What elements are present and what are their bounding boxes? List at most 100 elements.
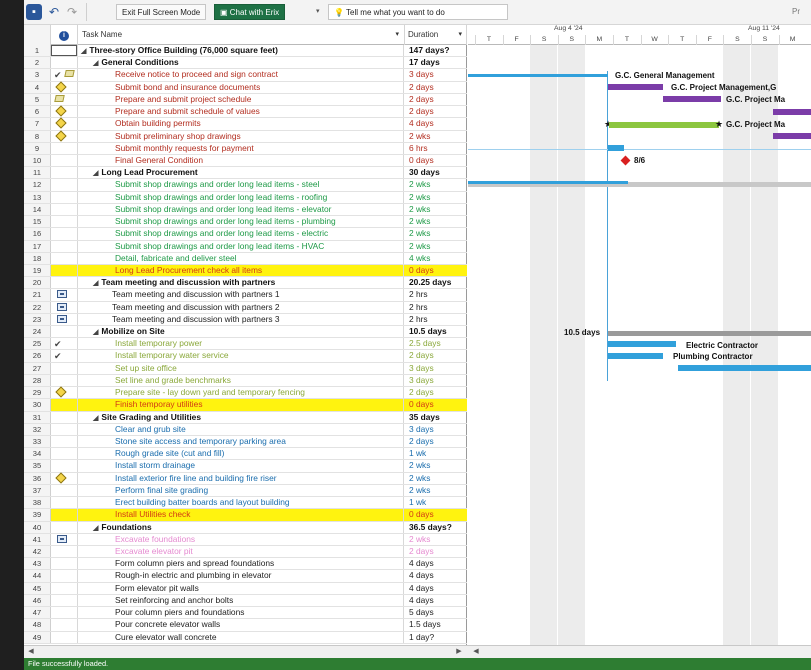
duration-cell[interactable]: 1 wk	[405, 497, 467, 508]
collapse-triangle-icon[interactable]: ◢	[93, 415, 98, 422]
row-number[interactable]: 36	[24, 472, 51, 484]
indicators-column-header[interactable]: i	[51, 25, 78, 45]
collapse-triangle-icon[interactable]: ◢	[81, 48, 86, 55]
task-row[interactable]: 15 Submit shop drawings and order long le…	[24, 216, 467, 229]
milestone-diamond[interactable]	[620, 155, 631, 166]
duration-cell[interactable]: 2 days	[405, 436, 467, 447]
task-row[interactable]: 43 Form column piers and spread foundatio…	[24, 558, 467, 571]
task-row[interactable]: 45 Form elevator pit walls 4 days	[24, 582, 467, 595]
task-row[interactable]: 27 Set up site office 3 days	[24, 362, 467, 375]
task-name-cell[interactable]: Obtain building permits	[79, 118, 404, 130]
scroll-right-icon[interactable]: ▶	[454, 647, 464, 657]
summary-progress-bar[interactable]	[468, 181, 628, 184]
row-number[interactable]: 32	[24, 423, 51, 435]
row-number[interactable]: 27	[24, 362, 51, 374]
duration-cell[interactable]: 4 wks	[405, 253, 467, 264]
row-number[interactable]: 14	[24, 203, 51, 216]
duration-cell[interactable]: 1 day?	[405, 632, 467, 643]
task-name-cell[interactable]: Set up site office	[79, 362, 404, 374]
task-name-cell[interactable]: Form elevator pit walls	[79, 582, 404, 594]
task-row[interactable]: 22 Team meeting and discussion with partn…	[24, 301, 467, 314]
save-icon[interactable]: ▪	[26, 4, 42, 20]
warning-diamond-icon[interactable]	[55, 386, 67, 398]
row-number[interactable]: 28	[24, 374, 51, 387]
row-number[interactable]: 37	[24, 484, 51, 497]
row-number[interactable]: 31	[24, 411, 51, 423]
customize-toolbar-icon[interactable]: ▾	[316, 4, 320, 20]
task-row[interactable]: 3 ✔ Receive notice to proceed and sign con…	[24, 69, 467, 82]
select-all-corner[interactable]	[24, 25, 51, 45]
warning-diamond-icon[interactable]	[55, 117, 67, 129]
duration-cell[interactable]: 2 wks	[405, 241, 467, 252]
task-name-cell[interactable]: ◢ Team meeting and discussion with partne…	[79, 277, 404, 289]
duration-cell[interactable]: 0 days	[405, 155, 467, 166]
task-row[interactable]: 33 Stone site access and temporary parkin…	[24, 436, 467, 449]
task-name-cell[interactable]: Install exterior fire line and building …	[79, 472, 404, 484]
duration-cell[interactable]: 2 days	[405, 106, 467, 117]
row-number[interactable]: 33	[24, 436, 51, 448]
task-name-cell[interactable]: Team meeting and discussion with partner…	[79, 313, 404, 326]
row-number[interactable]: 34	[24, 448, 51, 460]
row-number[interactable]: 29	[24, 387, 51, 399]
duration-cell[interactable]: 4 days	[405, 595, 467, 606]
collapse-triangle-icon[interactable]: ◢	[93, 170, 98, 177]
task-name-cell[interactable]: Pour concrete elevator walls	[79, 619, 404, 631]
task-name-cell[interactable]: Submit bond and insurance documents	[79, 81, 404, 93]
row-number[interactable]: 38	[24, 497, 51, 509]
task-row[interactable]: 12 Submit shop drawings and order long le…	[24, 179, 467, 192]
task-row[interactable]: 13 Submit shop drawings and order long le…	[24, 191, 467, 204]
duration-cell[interactable]: 3 days	[405, 69, 467, 80]
task-row[interactable]: 48 Pour concrete elevator walls 1.5 days	[24, 619, 467, 632]
note-icon[interactable]	[54, 94, 65, 102]
row-number[interactable]: 41	[24, 533, 51, 545]
row-number[interactable]: 40	[24, 521, 51, 533]
row-number[interactable]: 21	[24, 289, 51, 301]
task-row[interactable]: 16 Submit shop drawings and order long le…	[24, 228, 467, 241]
warning-diamond-icon[interactable]	[55, 129, 67, 142]
task-name-cell[interactable]: ◢ Long Lead Procurement	[79, 167, 404, 179]
duration-cell[interactable]: 3 days	[405, 363, 467, 374]
duration-cell[interactable]: 2 wks	[405, 228, 467, 239]
task-row[interactable]: 8 Submit preliminary shop drawings 2 wks	[24, 129, 467, 143]
row-number[interactable]: 35	[24, 460, 51, 472]
task-name-cell[interactable]: Submit shop drawings and order long lead…	[79, 191, 404, 203]
task-name-cell[interactable]: Rough grade site (cut and fill)	[79, 448, 404, 460]
duration-cell[interactable]: 10.5 days	[405, 326, 467, 337]
row-number[interactable]: 24	[24, 326, 51, 338]
checkmark-icon[interactable]: ✔	[54, 351, 62, 361]
duration-cell[interactable]: 30 days	[405, 167, 467, 178]
row-number[interactable]: 8	[24, 130, 51, 142]
task-row[interactable]: 10 Final General Condition 0 days	[24, 154, 467, 168]
duration-cell[interactable]: 2 wks	[405, 460, 467, 471]
gantt-bar[interactable]	[663, 96, 721, 102]
task-row[interactable]: 6 Prepare and submit schedule of values 2 …	[24, 105, 467, 119]
task-row[interactable]: 40 ◢ Foundations 36.5 days?	[24, 521, 467, 534]
duration-cell[interactable]: 2 days	[405, 94, 467, 105]
task-row[interactable]: 31 ◢ Site Grading and Utilities 35 days	[24, 411, 467, 424]
task-name-cell[interactable]: Rough-in electric and plumbing in elevat…	[79, 570, 404, 582]
duration-cell[interactable]: 2 wks	[405, 192, 467, 203]
task-name-cell[interactable]: Install Utilities check	[79, 509, 404, 521]
exit-fullscreen-button[interactable]: Exit Full Screen Mode	[116, 4, 207, 20]
duration-cell[interactable]: 4 days	[405, 583, 467, 594]
duration-cell[interactable]: 2 wks	[405, 485, 467, 496]
task-name-cell[interactable]: Cure elevator wall concrete	[79, 631, 404, 643]
row-number[interactable]: 9	[24, 142, 51, 154]
row-number[interactable]: 26	[24, 350, 51, 362]
task-row[interactable]: 36 Install exterior fire line and buildin…	[24, 471, 467, 485]
duration-cell[interactable]: 2 hrs	[405, 289, 467, 300]
task-name-cell[interactable]: Perform final site grading	[79, 484, 404, 497]
task-name-cell[interactable]: Prepare and submit project schedule	[79, 93, 404, 106]
duration-cell[interactable]: 2 hrs	[405, 314, 467, 325]
task-name-cell[interactable]: Set line and grade benchmarks	[79, 374, 404, 387]
duration-cell[interactable]: 4 days	[405, 558, 467, 569]
task-row[interactable]: 24 ◢ Mobilize on Site 10.5 days	[24, 326, 467, 339]
task-row[interactable]: 46 Set reinforcing and anchor bolts 4 days	[24, 594, 467, 608]
warning-diamond-icon[interactable]	[55, 105, 67, 117]
task-name-cell[interactable]: Submit shop drawings and order long lead…	[79, 228, 404, 240]
row-number[interactable]: 46	[24, 594, 51, 607]
chat-button[interactable]: ▣ Chat with Erix	[214, 4, 286, 20]
calendar-icon[interactable]	[57, 534, 67, 543]
task-name-cell[interactable]: ◢ General Conditions	[79, 57, 404, 69]
gantt-bar[interactable]	[773, 133, 811, 139]
